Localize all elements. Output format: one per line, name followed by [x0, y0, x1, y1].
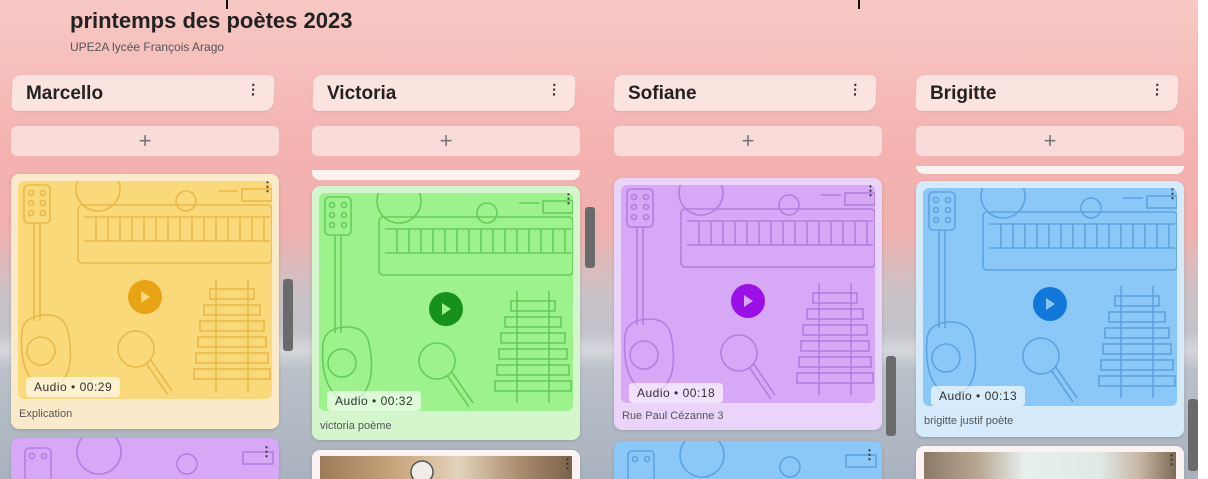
audio-duration-badge: Audio • 00:18	[629, 383, 724, 403]
play-icon	[141, 291, 150, 303]
window-edge	[1198, 0, 1208, 479]
menu-dots-icon[interactable]: ⋮	[246, 81, 261, 98]
card-photo	[924, 452, 1176, 479]
column-title: Marcello	[25, 83, 104, 104]
play-icon	[1046, 298, 1055, 310]
column-title: Sofiane	[627, 83, 697, 104]
plus-icon: +	[741, 128, 755, 153]
menu-dots-icon[interactable]: ⋮	[561, 456, 574, 472]
plus-icon: +	[1043, 128, 1057, 153]
menu-dots-icon[interactable]: ⋮	[562, 193, 573, 207]
play-button[interactable]	[1033, 287, 1067, 321]
audio-card[interactable]: Audio • 00:29 ⋮ Explication	[11, 174, 279, 429]
top-marker-right	[858, 0, 860, 9]
plus-icon: +	[138, 128, 152, 153]
play-button[interactable]	[731, 284, 765, 318]
music-illustration	[627, 441, 877, 479]
column-scrollbar[interactable]	[585, 207, 595, 268]
clock-icon	[410, 460, 434, 479]
audio-card[interactable]: Audio • 00:32 ⋮ victoria poème	[312, 186, 580, 440]
card-photo	[320, 456, 572, 479]
card-peek	[916, 166, 1184, 174]
board-subtitle: UPE2A lycée François Arago	[70, 40, 225, 54]
play-button[interactable]	[128, 280, 162, 314]
menu-dots-icon[interactable]: ⋮	[1150, 81, 1165, 98]
add-post-button[interactable]: +	[916, 126, 1184, 156]
plus-icon: +	[439, 128, 453, 153]
audio-card[interactable]: Audio • 00:13 ⋮ brigitte justif poète	[916, 181, 1184, 437]
audio-card-next[interactable]: ⋮	[614, 441, 882, 479]
column-scrollbar[interactable]	[886, 356, 896, 436]
card-thumbnail: Audio • 00:13 ⋮	[923, 188, 1177, 406]
column-header-brigitte[interactable]: Brigitte ⋮	[915, 75, 1179, 111]
menu-dots-icon[interactable]: ⋮	[863, 447, 876, 463]
image-card[interactable]: ⋮	[312, 450, 580, 479]
menu-dots-icon[interactable]: ⋮	[1166, 188, 1177, 202]
column-header-sofiane[interactable]: Sofiane ⋮	[613, 75, 877, 111]
audio-duration-badge: Audio • 00:32	[327, 391, 422, 411]
add-post-button[interactable]: +	[614, 126, 882, 156]
image-card[interactable]: ⋮	[916, 446, 1184, 479]
audio-duration-badge: Audio • 00:29	[26, 377, 121, 397]
column-scrollbar[interactable]	[1188, 399, 1198, 471]
card-peek	[312, 170, 580, 180]
menu-dots-icon[interactable]: ⋮	[260, 444, 273, 460]
add-post-button[interactable]: +	[312, 126, 580, 156]
play-button[interactable]	[429, 292, 463, 326]
card-caption: victoria poème	[320, 420, 392, 432]
column-scrollbar[interactable]	[283, 279, 293, 351]
music-illustration	[24, 438, 274, 479]
card-thumbnail: Audio • 00:29 ⋮	[18, 181, 272, 399]
menu-dots-icon[interactable]: ⋮	[1165, 452, 1178, 468]
card-caption: brigitte justif poète	[924, 415, 1014, 427]
card-caption: Explication	[19, 408, 73, 420]
card-caption: Rue Paul Cézanne 3	[622, 410, 724, 422]
menu-dots-icon[interactable]: ⋮	[848, 81, 863, 98]
menu-dots-icon[interactable]: ⋮	[864, 185, 875, 199]
audio-duration-badge: Audio • 00:13	[931, 386, 1026, 406]
play-icon	[442, 303, 451, 315]
add-post-button[interactable]: +	[11, 126, 279, 156]
board-title: printemps des poètes 2023	[70, 8, 353, 33]
column-title: Victoria	[326, 83, 397, 104]
menu-dots-icon[interactable]: ⋮	[261, 181, 272, 195]
audio-card-next[interactable]: ⋮	[11, 438, 279, 479]
column-header-victoria[interactable]: Victoria ⋮	[312, 75, 576, 111]
audio-card[interactable]: Audio • 00:18 ⋮ Rue Paul Cézanne 3	[614, 178, 882, 430]
menu-dots-icon[interactable]: ⋮	[547, 81, 562, 98]
play-icon	[744, 295, 753, 307]
card-thumbnail: Audio • 00:32 ⋮	[319, 193, 573, 411]
card-thumbnail: Audio • 00:18 ⋮	[621, 185, 875, 403]
column-title: Brigitte	[929, 83, 997, 104]
column-header-marcello[interactable]: Marcello ⋮	[11, 75, 275, 111]
